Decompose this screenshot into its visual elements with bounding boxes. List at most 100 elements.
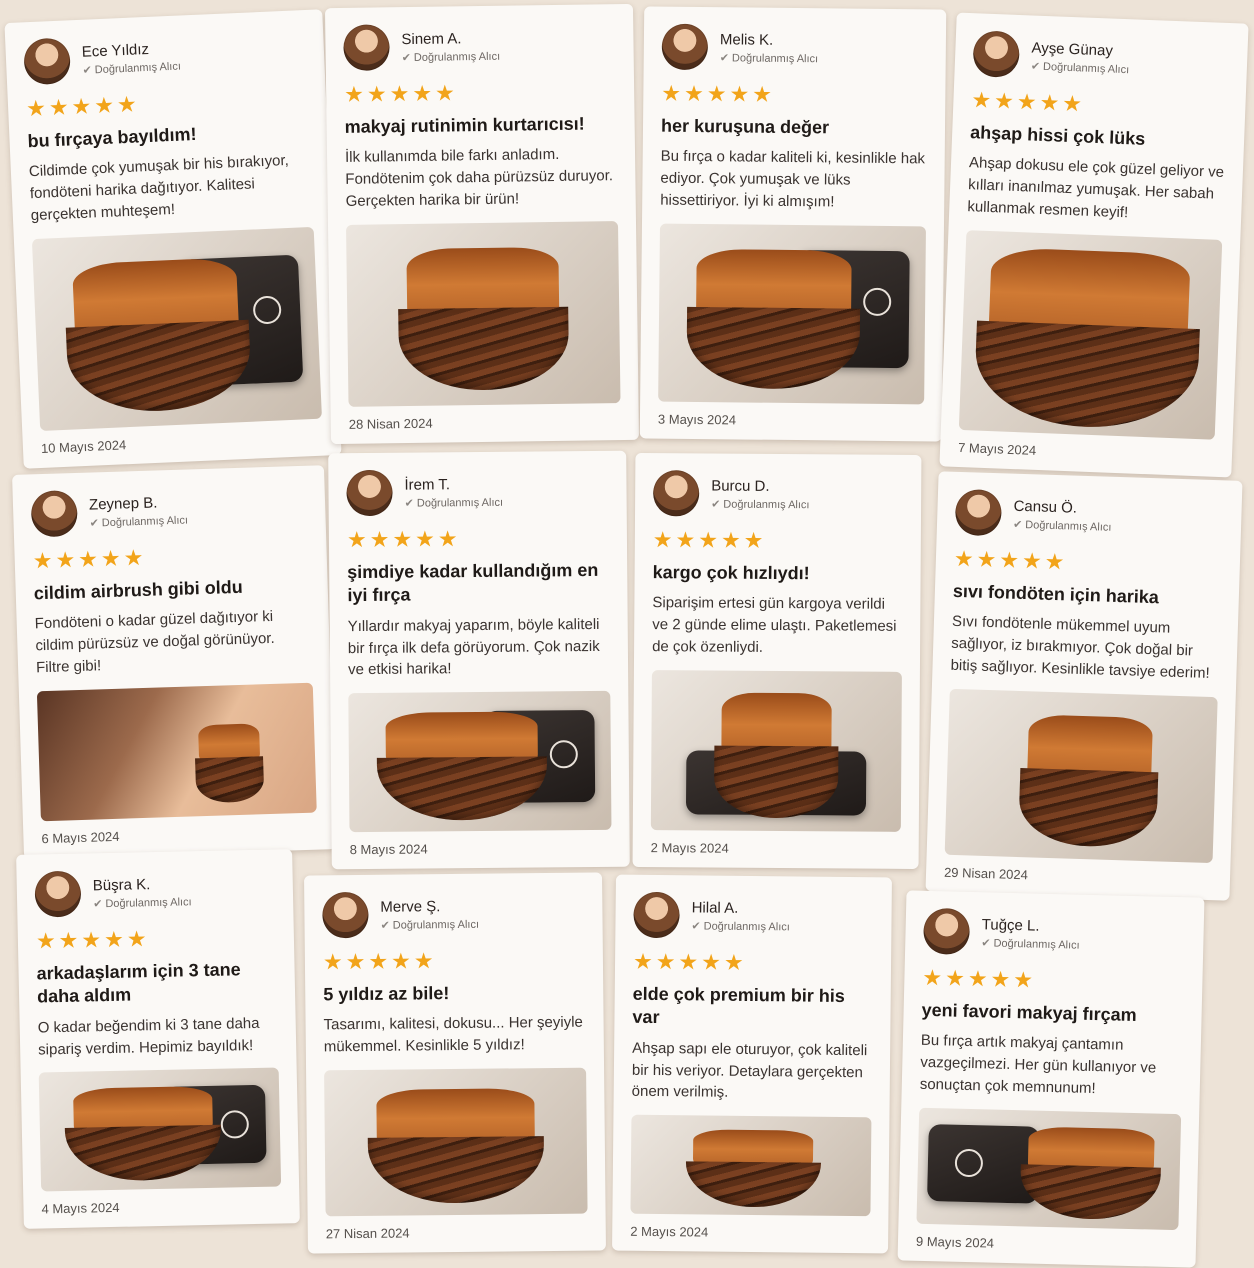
review-date: 29 Nisan 2024 bbox=[943, 864, 1029, 883]
reviewer-name: Ece Yıldız bbox=[81, 40, 150, 61]
brand-logo-icon bbox=[863, 288, 892, 317]
reviewer-name: Zeynep B. bbox=[88, 493, 158, 514]
review-photo bbox=[650, 669, 902, 832]
review-card: Ayşe Günay ✔ Doğrulanmış Alıcı ★★★★★ ahşa… bbox=[939, 12, 1249, 478]
avatar bbox=[23, 37, 72, 86]
verified-label: Doğrulanmış Alıcı bbox=[1042, 60, 1130, 76]
review-title: kargo çok hızlıydı! bbox=[652, 562, 810, 584]
review-card: Zeynep B. ✔ Doğrulanmış Alıcı ★★★★★ cildi… bbox=[12, 465, 336, 859]
star-rating: ★★★★★ bbox=[922, 964, 1037, 993]
review-card: Ece Yıldız ✔ Doğrulanmış Alıcı ★★★★★ bu f… bbox=[4, 9, 342, 469]
avatar bbox=[633, 891, 680, 939]
review-photo bbox=[38, 1067, 282, 1192]
review-header: Burcu D. ✔ Doğrulanmış Alıcı bbox=[653, 469, 903, 519]
avatar bbox=[972, 30, 1021, 78]
brush bbox=[1019, 1126, 1162, 1221]
review-header: Melis K. ✔ Doğrulanmış Alıcı bbox=[661, 23, 928, 74]
review-text: Sıvı fondötenle mükemmel uyum sağlıyor, … bbox=[950, 613, 1211, 682]
review-text: Tasarımı, kalitesi, dokusu... Her şeyiyl… bbox=[323, 1014, 583, 1056]
avatar bbox=[343, 24, 390, 71]
review-text: Yıllardır makyaj yaparım, böyle kaliteli… bbox=[347, 615, 600, 679]
star-rating: ★★★★★ bbox=[346, 526, 461, 553]
check-icon: ✔ bbox=[1012, 518, 1023, 531]
review-title: ahşap hissi çok lüks bbox=[969, 122, 1146, 149]
reviewer-name: Tuğçe L. bbox=[981, 915, 1040, 935]
verified-label: Doğrulanmış Alıcı bbox=[105, 895, 192, 910]
brand-logo-icon bbox=[220, 1110, 250, 1139]
brush bbox=[65, 256, 253, 415]
reviewer-name: Ayşe Günay bbox=[1031, 38, 1114, 60]
star-rating: ★★★★★ bbox=[25, 91, 141, 122]
brush bbox=[972, 246, 1201, 432]
brush bbox=[376, 710, 548, 821]
star-rating: ★★★★★ bbox=[661, 80, 776, 107]
review-collage: Ece Yıldız ✔ Doğrulanmış Alıcı ★★★★★ bu f… bbox=[0, 0, 1254, 1268]
review-text: İlk kullanımda bile farkı anladım. Fondö… bbox=[344, 146, 614, 210]
star-rating: ★★★★★ bbox=[32, 544, 147, 574]
verified-badge: ✔ Doğrulanmış Alıcı bbox=[380, 917, 479, 931]
review-photo bbox=[630, 1114, 872, 1217]
review-card: Melis K. ✔ Doğrulanmış Alıcı ★★★★★ her ku… bbox=[639, 6, 947, 442]
review-text: Siparişim ertesi gün kargoya verildi ve … bbox=[652, 594, 897, 656]
review-photo bbox=[348, 690, 612, 833]
review-text: Ahşap sapı ele oturuyor, çok kaliteli bi… bbox=[631, 1039, 868, 1102]
brush bbox=[1018, 714, 1159, 849]
check-icon: ✔ bbox=[981, 936, 991, 949]
avatar bbox=[34, 870, 82, 918]
review-card: Merve Ş. ✔ Doğrulanmış Alıcı ★★★★★ 5 yıld… bbox=[304, 872, 606, 1254]
avatar bbox=[346, 469, 393, 517]
star-rating: ★★★★★ bbox=[652, 527, 767, 553]
verified-badge: ✔ Doğrulanmış Alıcı bbox=[82, 59, 181, 76]
verified-badge: ✔ Doğrulanmış Alıcı bbox=[402, 49, 501, 63]
review-header: Ece Yıldız ✔ Doğrulanmış Alıcı bbox=[23, 26, 307, 86]
reviewer-name: Sinem A. bbox=[401, 29, 462, 48]
review-title: şimdiye kadar kullandığım en iyi fırça bbox=[347, 559, 599, 606]
review-date: 7 Mayıs 2024 bbox=[957, 439, 1037, 458]
verified-label: Doğrulanmış Alıcı bbox=[101, 513, 189, 529]
review-card: Sinem A. ✔ Doğrulanmış Alıcı ★★★★★ makyaj… bbox=[324, 3, 640, 445]
brand-logo-icon bbox=[549, 739, 578, 769]
review-date: 10 Mayıs 2024 bbox=[40, 437, 127, 456]
brand-logo-icon bbox=[954, 1149, 984, 1178]
verified-label: Doğrulanmış Alıcı bbox=[993, 937, 1080, 952]
review-date: 9 Mayıs 2024 bbox=[915, 1233, 995, 1251]
review-photo bbox=[958, 229, 1223, 440]
review-title: arkadaşlarım için 3 tane daha aldım bbox=[36, 959, 241, 1007]
star-rating: ★★★★★ bbox=[344, 80, 458, 107]
check-icon: ✔ bbox=[82, 63, 93, 77]
review-card: Tuğçe L. ✔ Doğrulanmış Alıcı ★★★★★ yeni f… bbox=[897, 890, 1205, 1268]
review-card: Cansu Ö. ✔ Doğrulanmış Alıcı ★★★★★ sıvı f… bbox=[925, 471, 1243, 901]
reviewer-name: Burcu D. bbox=[711, 477, 770, 495]
verified-label: Doğrulanmış Alıcı bbox=[94, 59, 182, 76]
review-text: Ahşap dokusu ele çok güzel geliyor ve kı… bbox=[967, 154, 1225, 222]
verified-badge: ✔ Doğrulanmış Alıcı bbox=[981, 936, 1080, 951]
verified-label: Doğrulanmış Alıcı bbox=[723, 498, 810, 511]
reviewer-name: İrem T. bbox=[404, 475, 451, 494]
check-icon: ✔ bbox=[89, 516, 99, 530]
review-date: 2 Mayıs 2024 bbox=[630, 1223, 709, 1240]
star-rating: ★★★★★ bbox=[35, 926, 150, 954]
check-icon: ✔ bbox=[1030, 59, 1041, 73]
review-header: Zeynep B. ✔ Doğrulanmış Alıcı bbox=[30, 482, 308, 539]
brush bbox=[685, 1129, 821, 1208]
review-photo bbox=[916, 1107, 1182, 1231]
star-rating: ★★★★★ bbox=[322, 948, 437, 975]
reviewer-name: Cansu Ö. bbox=[1013, 497, 1078, 517]
review-date: 27 Nisan 2024 bbox=[325, 1225, 410, 1242]
verified-label: Doğrulanmış Alıcı bbox=[413, 50, 501, 64]
review-text: Cildimde çok yumuşak bir his bırakıyor, … bbox=[28, 152, 290, 225]
review-header: Merve Ş. ✔ Doğrulanmış Alıcı bbox=[322, 889, 584, 940]
review-date: 3 Mayıs 2024 bbox=[657, 411, 737, 428]
verified-label: Doğrulanmış Alıcı bbox=[731, 51, 819, 65]
review-photo bbox=[345, 220, 621, 407]
review-photo bbox=[31, 226, 322, 431]
review-header: Tuğçe L. ✔ Doğrulanmış Alıcı bbox=[923, 907, 1186, 961]
review-header: Sinem A. ✔ Doğrulanmış Alıcı bbox=[343, 20, 616, 72]
review-photo bbox=[36, 682, 317, 822]
review-header: Büşra K. ✔ Doğrulanmış Alıcı bbox=[34, 866, 275, 919]
review-date: 6 Mayıs 2024 bbox=[41, 828, 120, 847]
avatar bbox=[661, 23, 709, 71]
review-text: Bu fırça artık makyaj çantamın vazgeçilm… bbox=[919, 1032, 1157, 1097]
verified-badge: ✔ Doğrulanmış Alıcı bbox=[711, 497, 810, 511]
verified-label: Doğrulanmış Alıcı bbox=[392, 918, 480, 932]
